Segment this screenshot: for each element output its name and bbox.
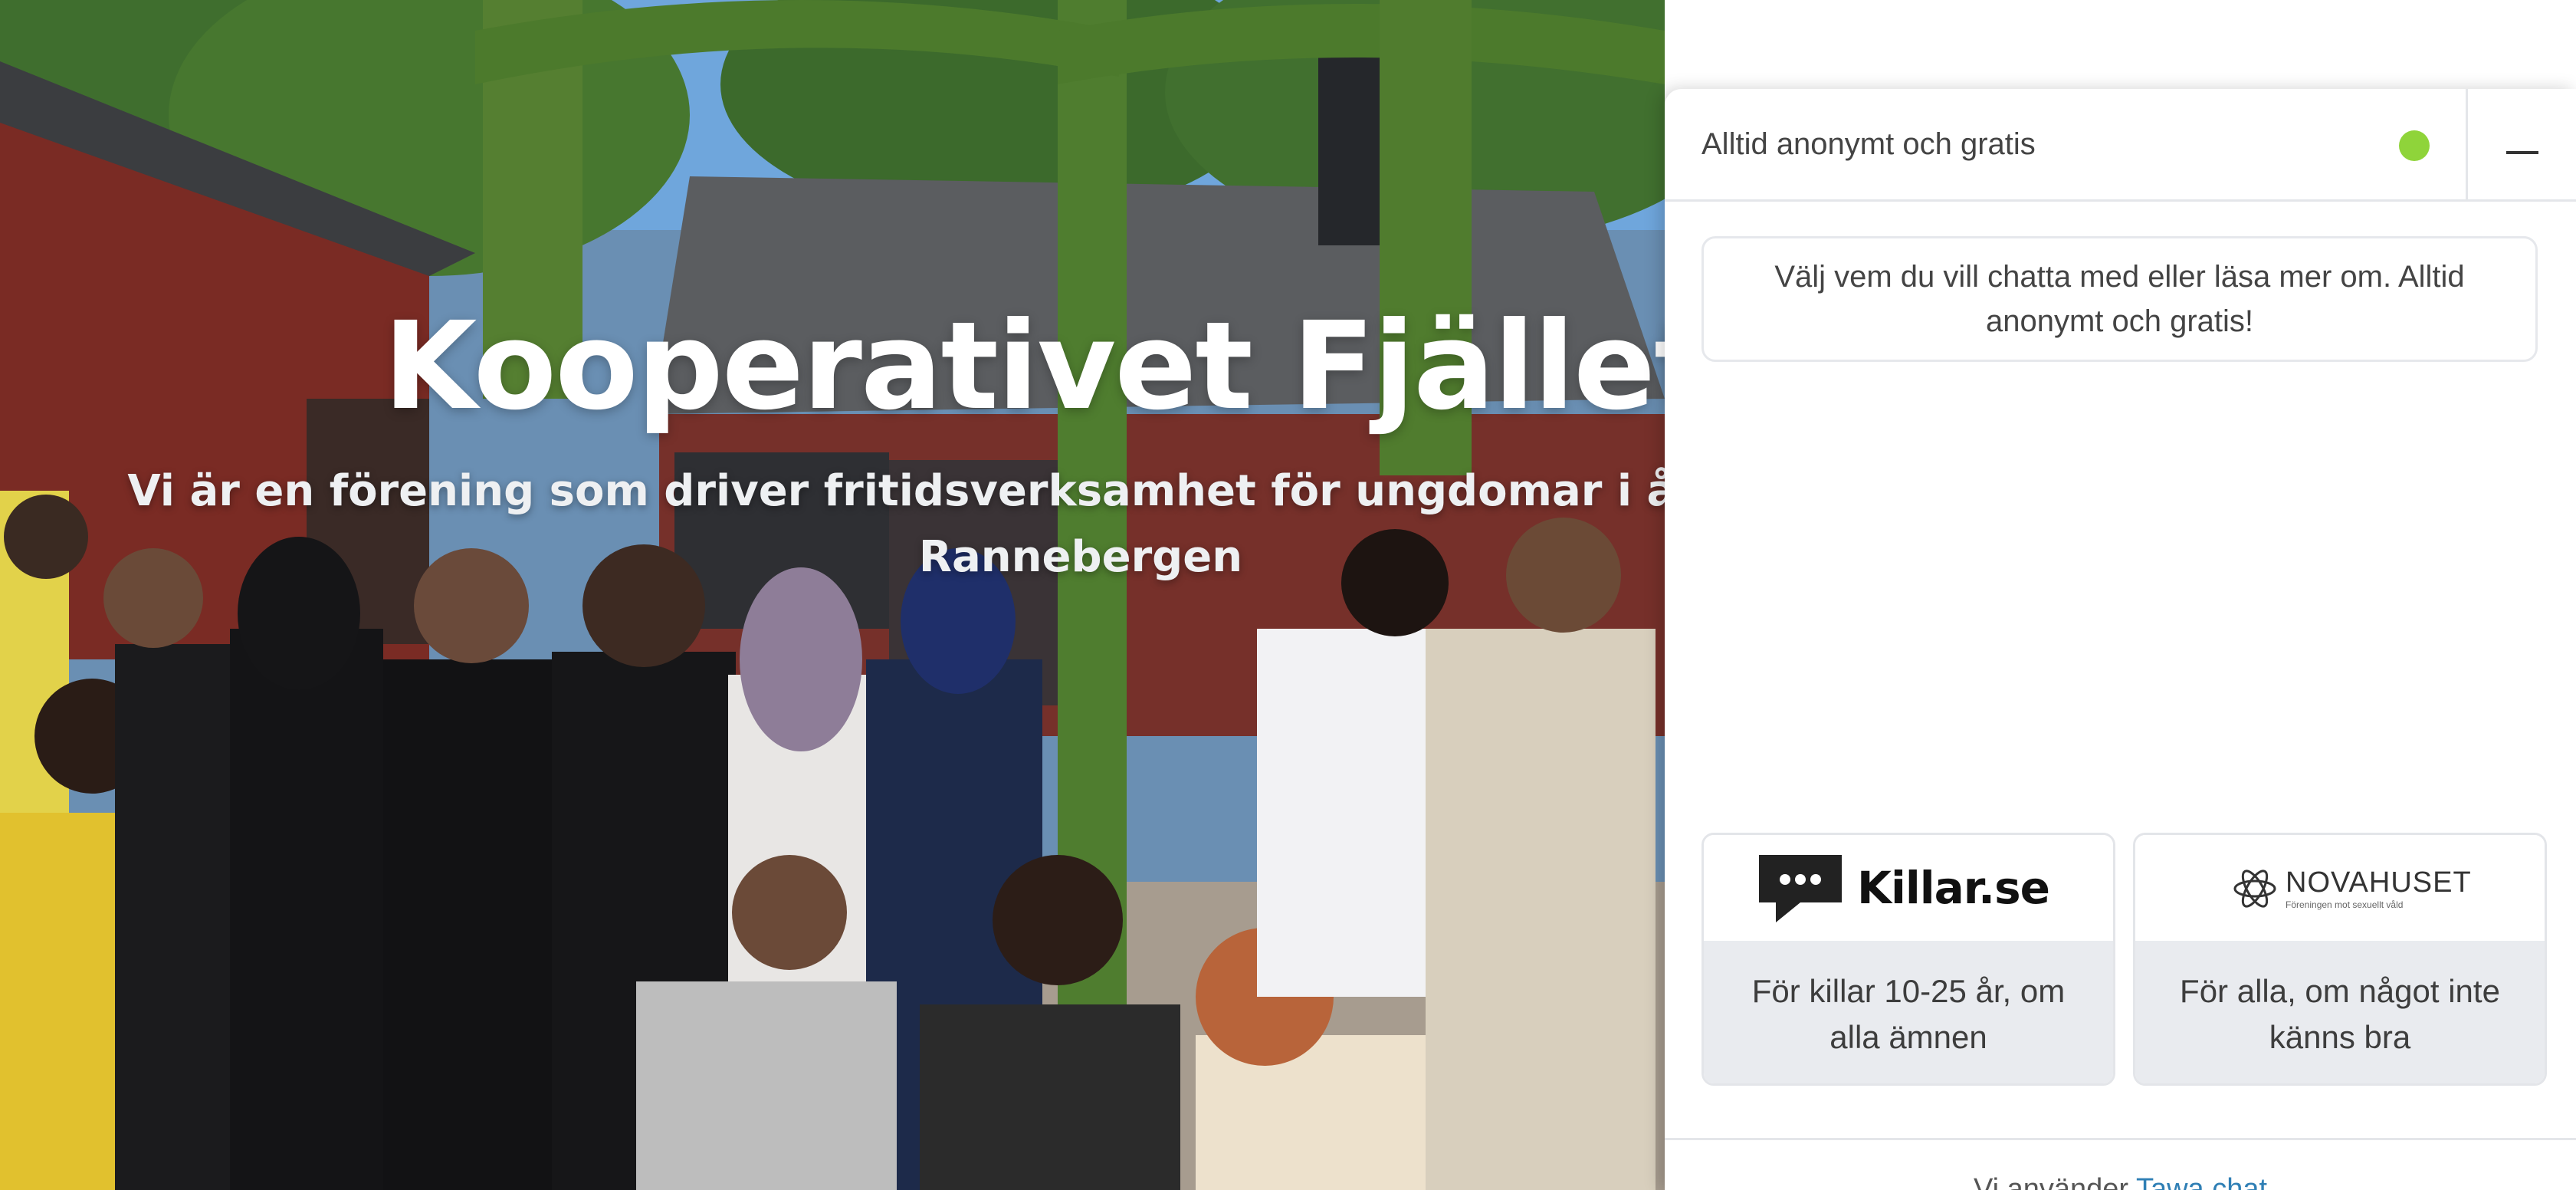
online-status-indicator [2399, 130, 2430, 161]
killar-card[interactable]: Killar.se För killar 10-25 år, om alla ä… [1701, 833, 2115, 1086]
novahuset-logo: NOVAHUSET Föreningen mot sexuellt våld [2135, 835, 2545, 941]
chat-widget: Alltid anonymt och gratis Välj vem du vi… [1665, 89, 2576, 1190]
hero-photo [0, 0, 1665, 1190]
footer-prefix: Vi använder [1973, 1173, 2129, 1190]
minimize-button[interactable] [2468, 89, 2576, 199]
killar-logo: Killar.se [1704, 835, 2113, 941]
hero-subtitle: Vi är en förening som driver fritidsverk… [127, 466, 1665, 582]
chat-widget-header: Alltid anonymt och gratis [1665, 89, 2576, 202]
chat-bubble-icon [1759, 855, 1842, 922]
novahuset-card-description: För alla, om något inte känns bra [2135, 941, 2545, 1083]
intro-message: Välj vem du vill chatta med eller läsa m… [1701, 236, 2538, 362]
hero-banner: Kooperativet Fjället Vi är en förening s… [0, 0, 1665, 1190]
hero-title: Kooperativet Fjället [383, 296, 1665, 437]
killar-card-description: För killar 10-25 år, om alla ämnen [1704, 941, 2113, 1083]
nova-flower-icon [2233, 869, 2276, 908]
minus-icon [2506, 151, 2538, 154]
chat-widget-footer: Vi använder Tawa chat [1665, 1170, 2576, 1190]
footer-divider [1665, 1138, 2576, 1140]
novahuset-logo-text: NOVAHUSET [2286, 866, 2472, 899]
chat-widget-title: Alltid anonymt och gratis [1701, 127, 2036, 161]
tawa-chat-link[interactable]: Tawa chat [2136, 1173, 2267, 1190]
killar-logo-text: Killar.se [1857, 862, 2050, 914]
novahuset-logo-tagline: Föreningen mot sexuellt våld [2286, 899, 2404, 910]
novahuset-card[interactable]: NOVAHUSET Föreningen mot sexuellt våld F… [2133, 833, 2547, 1086]
